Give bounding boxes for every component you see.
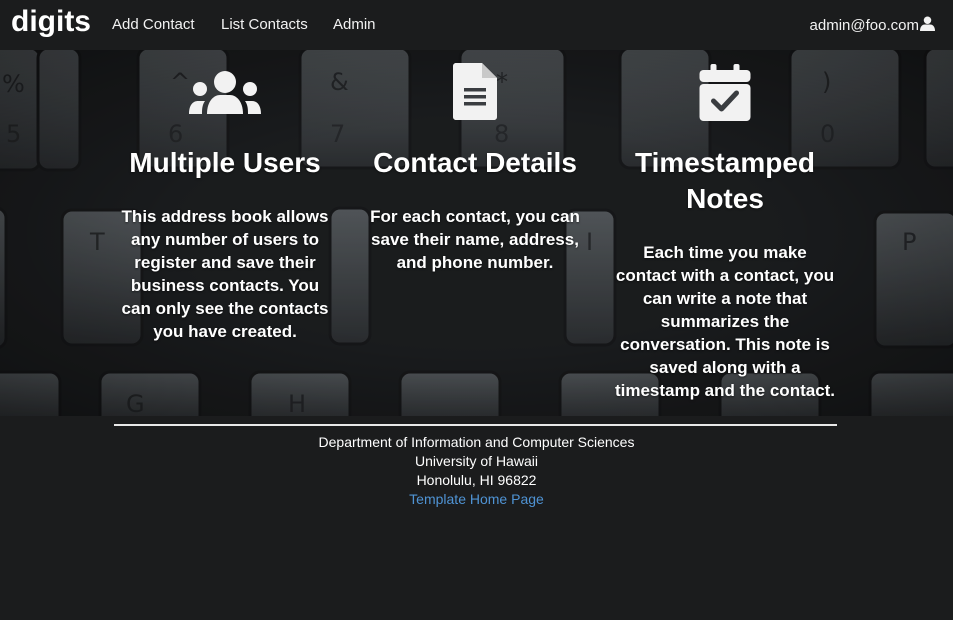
top-navbar: digits Add Contact List Contacts Admin a… (0, 0, 953, 50)
calendar-check-icon (699, 64, 751, 126)
feature-timestamped-notes: Timestamped Notes Each time you make con… (614, 50, 836, 416)
feature-contact-details: Contact Details For each contact, you ca… (365, 50, 585, 416)
user-email: admin@foo.com (809, 17, 919, 34)
nav-add-contact[interactable]: Add Contact (112, 16, 195, 33)
footer-divider (114, 424, 837, 426)
feature-multiple-users: Multiple Users This address book allows … (115, 50, 335, 416)
footer-university: University of Hawaii (415, 453, 538, 469)
nav-list-contacts[interactable]: List Contacts (221, 16, 308, 33)
footer-department: Department of Information and Computer S… (318, 434, 635, 450)
file-text-icon (453, 63, 497, 125)
template-home-page-link[interactable]: Template Home Page (409, 491, 544, 507)
footer: Department of Information and Computer S… (0, 416, 953, 620)
feature-description: Each time you make contact with a contac… (614, 243, 836, 400)
brand-logo[interactable]: digits (11, 5, 91, 39)
user-icon (920, 16, 935, 35)
nav-admin[interactable]: Admin (333, 16, 376, 33)
users-icon (189, 70, 261, 119)
feature-description: This address book allows any number of u… (121, 207, 329, 341)
footer-link-row: Template Home Page (0, 491, 953, 507)
footer-address: Honolulu, HI 96822 (416, 472, 537, 488)
feature-title: Contact Details (373, 147, 577, 178)
feature-title: Multiple Users (129, 147, 321, 178)
feature-description: For each contact, you can save their nam… (370, 207, 580, 272)
feature-title: Timestamped Notes (635, 147, 815, 214)
hero-section: % 5 ^ 6 & 7 * 8 ) 0 T P G H I (0, 50, 953, 416)
user-menu[interactable]: admin@foo.com (810, 16, 935, 35)
